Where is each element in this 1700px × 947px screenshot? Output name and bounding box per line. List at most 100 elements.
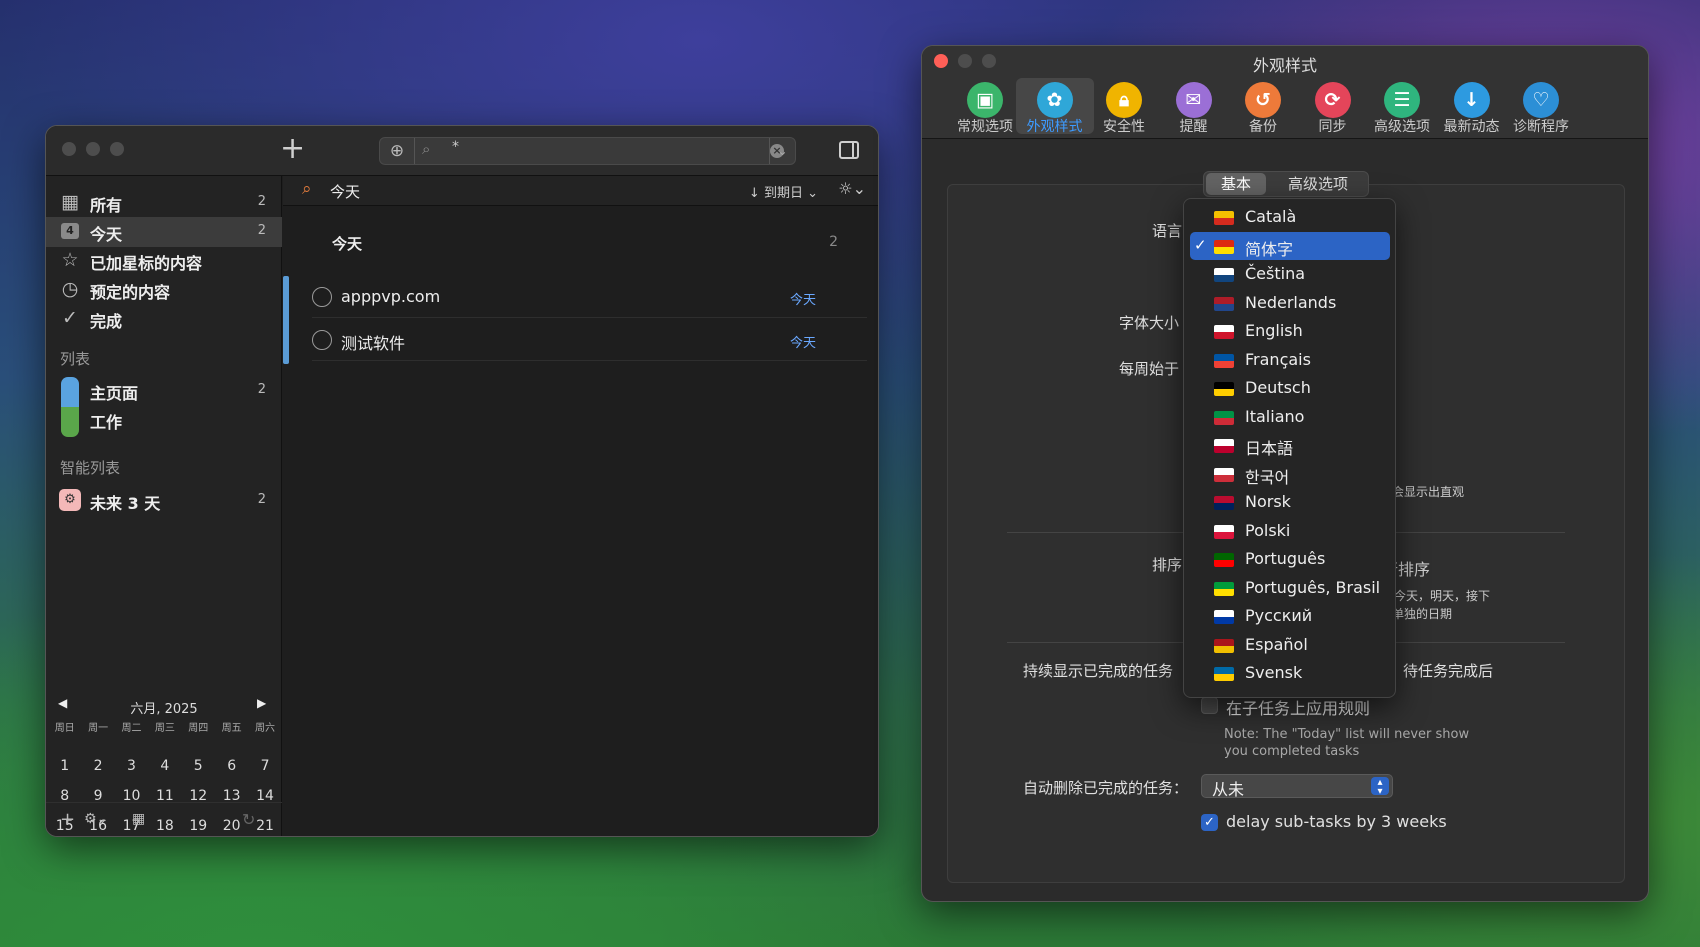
language-option[interactable]: Català	[1190, 203, 1390, 232]
language-name: 日本語	[1245, 439, 1294, 458]
filter-icon[interactable]: ⊕	[380, 138, 415, 164]
language-option[interactable]: Español	[1190, 631, 1390, 660]
task-title[interactable]: apppvp.com	[341, 287, 440, 306]
weekday: 周日	[54, 723, 75, 734]
toolbar-button-label: 诊断程序	[1513, 119, 1569, 135]
calendar-day[interactable]: 1	[48, 751, 81, 781]
toolbar-button-label: 备份	[1249, 119, 1277, 135]
sidebar-item-label: 预定的内容	[90, 283, 171, 302]
subtask-rule-checkbox[interactable]	[1201, 697, 1218, 714]
language-option[interactable]: Norsk	[1190, 488, 1390, 517]
add-task-button[interactable]: +	[280, 134, 305, 164]
calendar-day[interactable]: 4	[148, 751, 181, 781]
gear-menu-icon[interactable]: ⚙⌄	[84, 811, 108, 827]
minimize-button[interactable]	[86, 142, 100, 156]
show-completed-value[interactable]: 待任务完成后	[1403, 660, 1493, 681]
sidebar-item-all[interactable]: ▦ 所有 2	[46, 188, 282, 218]
sort-label: 排序	[1152, 556, 1183, 574]
task-title[interactable]: 测试软件	[341, 330, 405, 354]
subtask-rule-label[interactable]: 在子任务上应用规则	[1226, 695, 1370, 719]
toolbar-button-general[interactable]: ▣ 常规选项	[946, 78, 1024, 135]
sidebar-item-count: 2	[257, 194, 266, 209]
language-name: English	[1245, 321, 1303, 340]
delay-subtasks-checkbox[interactable]: ✓	[1201, 814, 1218, 831]
sync-icon[interactable]: ↻	[242, 810, 255, 829]
toolbar-button-diagnostics[interactable]: ♡ 诊断程序	[1502, 78, 1580, 135]
calendar-day[interactable]: 6	[215, 751, 248, 781]
search-options-chevron-icon[interactable]: ⌄	[769, 138, 795, 164]
toolbar-button-bell[interactable]: ✉ 提醒	[1155, 78, 1233, 135]
toolbar-button-sliders[interactable]: ☰ 高级选项	[1363, 78, 1441, 135]
language-option[interactable]: Français	[1190, 346, 1390, 375]
sidebar-item-scheduled[interactable]: ◷ 预定的内容	[46, 275, 282, 305]
add-list-icon[interactable]: +	[60, 809, 75, 830]
calendar-day[interactable]: 7	[248, 751, 281, 781]
language-name: Nederlands	[1245, 292, 1337, 312]
language-option[interactable]: Svensk	[1190, 659, 1390, 688]
task-due-date: 今天	[789, 293, 816, 308]
palette-icon: ✿	[1036, 82, 1073, 118]
sidebar-item-next-3-days[interactable]: ⚙ 未来 3 天 2	[46, 486, 282, 516]
close-button[interactable]	[62, 142, 76, 156]
language-option[interactable]: Nederlands	[1190, 289, 1390, 318]
bell-icon: ✉	[1175, 82, 1212, 118]
flag-icon	[1214, 581, 1234, 596]
zoom-button[interactable]	[110, 142, 124, 156]
task-checkbox[interactable]	[312, 330, 332, 350]
language-option[interactable]: Polski	[1190, 517, 1390, 546]
display-options-icon[interactable]: ☼⌄	[838, 179, 866, 198]
toolbar-button-sync[interactable]: ⟳ 同步	[1294, 78, 1372, 135]
general-icon: ▣	[967, 82, 1003, 118]
language-option[interactable]: 日本語	[1190, 431, 1390, 460]
sidebar-item-count: 2	[257, 223, 266, 238]
toolbar-button-download[interactable]: ↓ 最新动态	[1433, 78, 1511, 135]
flag-icon	[1214, 467, 1234, 482]
toolbar-button-backup[interactable]: ↺ 备份	[1224, 78, 1302, 135]
auto-delete-popup[interactable]: 从未 ▴ ▾	[1201, 774, 1393, 799]
task-row[interactable]: apppvp.com 今天	[312, 276, 867, 318]
language-option[interactable]: English	[1190, 317, 1390, 346]
search-input[interactable]: *	[452, 139, 459, 155]
next-month-icon[interactable]: ▶	[257, 696, 266, 710]
sidebar-item-list-work[interactable]: 工作	[46, 405, 282, 435]
updown-chevron-icon: ▴ ▾	[1371, 777, 1389, 797]
sidebar-footer: + ⚙⌄ ▦ ↻	[46, 802, 282, 836]
language-name: Português, Brasil	[1245, 577, 1381, 597]
calendar-day[interactable]: 5	[182, 751, 215, 781]
sidebar-item-label: 所有	[90, 196, 123, 215]
sidebar-item-completed[interactable]: ✓ 完成	[46, 304, 282, 334]
language-option[interactable]: 한국어	[1190, 460, 1390, 489]
language-option[interactable]: Português, Brasil	[1190, 574, 1390, 603]
language-option[interactable]: Italiano	[1190, 403, 1390, 432]
toolbar-button-lock[interactable]: 🔒︎ 安全性	[1085, 78, 1163, 135]
sidebar-item-starred[interactable]: ☆ 已加星标的内容	[46, 246, 282, 276]
toggle-inspector-icon[interactable]	[839, 141, 859, 159]
search-field[interactable]: ⊕ ⌕ * × ⌄	[379, 137, 796, 165]
delay-subtasks-label[interactable]: delay sub-tasks by 3 weeks	[1226, 812, 1447, 831]
calendar-day[interactable]: 2	[81, 751, 114, 781]
sidebar-item-list-home[interactable]: 主页面 2	[46, 376, 282, 406]
calendar-day[interactable]: 3	[115, 751, 148, 781]
language-name: Español	[1245, 634, 1308, 654]
calendar-toggle-icon[interactable]: ▦	[132, 811, 145, 827]
tab-basic[interactable]: 基本	[1206, 173, 1266, 195]
task-checkbox[interactable]	[312, 287, 332, 307]
language-option[interactable]: ✓ 简体字	[1190, 231, 1390, 260]
tab-advanced[interactable]: 高级选项	[1268, 173, 1368, 195]
sidebar-item-label: 主页面	[90, 384, 139, 403]
checkmark-icon: ✓	[1194, 235, 1207, 254]
font-size-label: 字体大小	[1119, 314, 1180, 332]
sidebar-item-today[interactable]: 4 今天 2	[46, 217, 282, 247]
calendar-weekday-row: 周日 周一 周二 周三 周四 周五 周六	[48, 721, 282, 751]
task-row[interactable]: 测试软件 今天	[312, 319, 867, 361]
sort-menu[interactable]: ↓ 到期日 ⌄	[749, 182, 818, 201]
flag-icon	[1214, 268, 1234, 282]
language-option[interactable]: Português	[1190, 545, 1390, 574]
language-option[interactable]: Čeština	[1190, 260, 1390, 289]
toolbar-button-palette[interactable]: ✿ 外观样式	[1015, 78, 1094, 135]
clock-icon: ◷	[61, 278, 79, 300]
language-dropdown-menu: Català ✓ 简体字 Čeština Nederlands English França…	[1183, 198, 1396, 698]
language-option[interactable]: Русский	[1190, 602, 1390, 631]
sidebar-item-label: 完成	[90, 312, 123, 331]
language-option[interactable]: Deutsch	[1190, 374, 1390, 403]
